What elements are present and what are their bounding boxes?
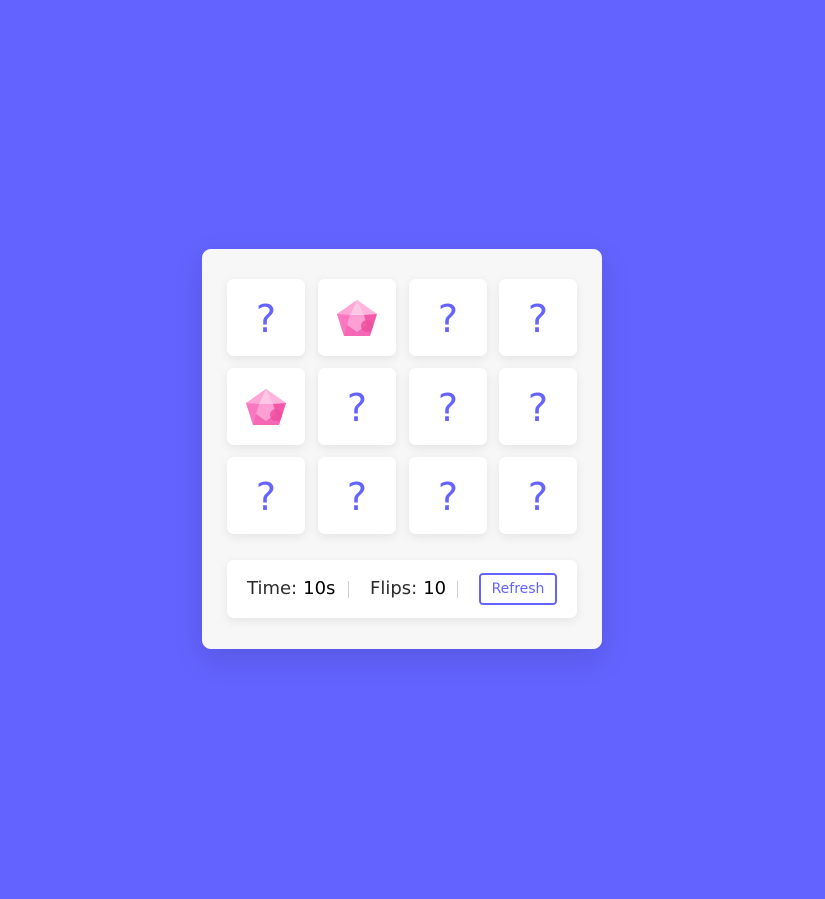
card-6[interactable]: ?: [318, 368, 396, 445]
time-value: 10s: [303, 578, 336, 599]
flips-stat: Flips: 10: [370, 560, 446, 618]
memory-game-panel: ? ? ? ? ? ? ? ? ? ? Time: 10s Flips: 10 …: [202, 249, 602, 649]
question-mark-icon: ?: [255, 296, 277, 341]
question-mark-icon: ?: [527, 296, 549, 341]
card-5[interactable]: [227, 368, 305, 445]
card-grid: ? ? ? ? ? ? ? ? ? ?: [227, 279, 577, 535]
time-stat: Time: 10s: [247, 560, 335, 618]
flips-label: Flips:: [370, 578, 418, 599]
card-3[interactable]: ?: [409, 279, 487, 356]
pink-gem-icon: [246, 388, 286, 425]
game-details-bar: Time: 10s Flips: 10 Refresh: [227, 560, 577, 618]
question-mark-icon: ?: [437, 474, 459, 519]
question-mark-icon: ?: [255, 474, 277, 519]
flips-value: 10: [423, 578, 447, 599]
card-4[interactable]: ?: [499, 279, 577, 356]
card-2[interactable]: [318, 279, 396, 356]
card-1[interactable]: ?: [227, 279, 305, 356]
time-label: Time:: [247, 578, 298, 599]
question-mark-icon: ?: [346, 474, 368, 519]
card-8[interactable]: ?: [499, 368, 577, 445]
question-mark-icon: ?: [527, 385, 549, 430]
question-mark-icon: ?: [437, 385, 459, 430]
card-7[interactable]: ?: [409, 368, 487, 445]
pink-gem-icon: [337, 299, 377, 336]
refresh-button[interactable]: Refresh: [479, 573, 557, 605]
card-12[interactable]: ?: [499, 457, 577, 534]
question-mark-icon: ?: [527, 474, 549, 519]
card-9[interactable]: ?: [227, 457, 305, 534]
card-10[interactable]: ?: [318, 457, 396, 534]
question-mark-icon: ?: [437, 296, 459, 341]
question-mark-icon: ?: [346, 385, 368, 430]
divider: [457, 581, 458, 598]
card-11[interactable]: ?: [409, 457, 487, 534]
divider: [348, 581, 349, 598]
